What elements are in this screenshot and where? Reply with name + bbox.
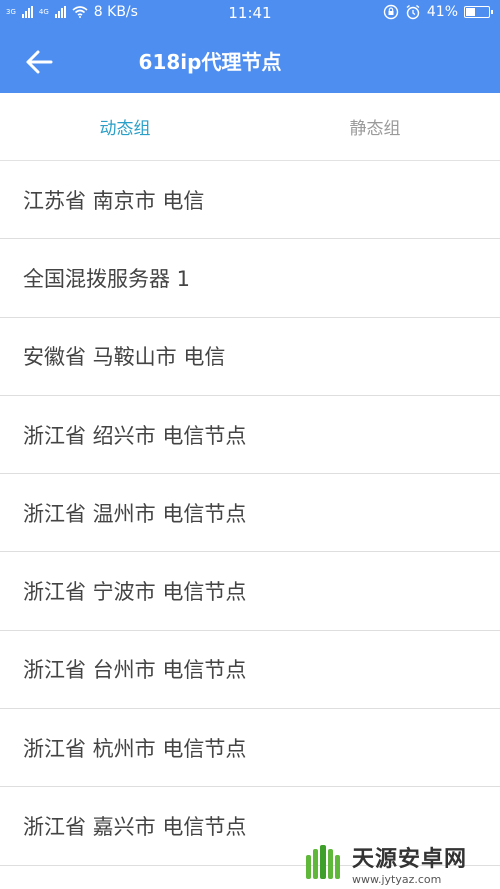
node-item[interactable]: 浙江省 台州市 电信节点 [0,631,500,710]
watermark: 天源安卓网 www.jytyaz.com [300,838,500,889]
watermark-name: 天源安卓网 [352,847,468,872]
battery-percent: 41% [426,4,458,20]
node-item[interactable]: 浙江省 温州市 电信节点 [0,474,500,553]
status-bar: 3G 4G 8 KB/s 11:41 41% [0,0,500,26]
node-item[interactable]: 江苏省 南京市 电信 [0,161,500,240]
watermark-text: 天源安卓网 www.jytyaz.com [352,841,467,886]
node-item[interactable]: 浙江省 绍兴市 电信节点 [0,396,500,475]
tab-bar: 动态组 静态组 [0,93,500,161]
battery-icon [464,6,493,18]
tab-dynamic-group[interactable]: 动态组 [0,93,250,160]
tab-static-group[interactable]: 静态组 [250,93,500,160]
battery-level [466,8,475,16]
status-right: 41% [383,4,493,20]
page-title: 618ip代理节点 [138,50,282,74]
watermark-url: www.jytyaz.com [352,873,442,886]
node-list: 江苏省 南京市 电信 全国混拨服务器 1 安徽省 马鞍山市 电信 浙江省 绍兴市… [0,161,500,866]
app-header: 3G 4G 8 KB/s 11:41 41% 618ip代理节点 [0,0,500,93]
node-item[interactable]: 全国混拨服务器 1 [0,239,500,318]
node-item[interactable]: 浙江省 宁波市 电信节点 [0,552,500,631]
node-item[interactable]: 安徽省 马鞍山市 电信 [0,318,500,396]
rotation-lock-icon [383,4,399,20]
node-item[interactable]: 浙江省 杭州市 电信节点 [0,709,500,788]
alarm-icon [406,4,420,20]
watermark-logo-icon [306,844,340,879]
